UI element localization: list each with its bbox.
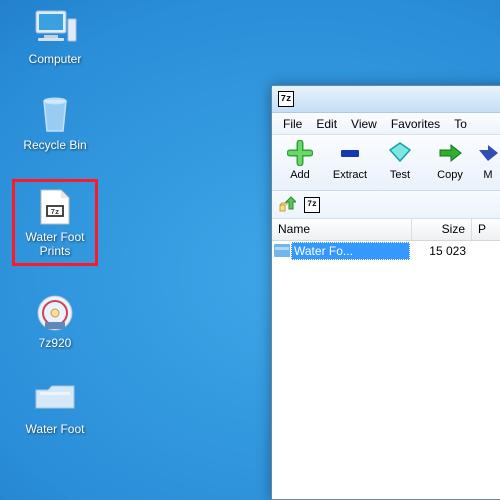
menu-file[interactable]: File bbox=[276, 115, 309, 133]
arrow-right-icon bbox=[436, 139, 464, 167]
computer-icon bbox=[31, 8, 79, 50]
table-row[interactable]: Water Fo... 15 023 bbox=[272, 241, 500, 260]
desktop-icon-label: Computer bbox=[29, 52, 82, 66]
desktop-icon-water-foot-prints[interactable]: 7z Water Foot Prints bbox=[12, 179, 98, 266]
column-header-name[interactable]: Name bbox=[272, 219, 412, 240]
svg-text:7z: 7z bbox=[51, 209, 59, 217]
file-7z-icon: 7z bbox=[31, 186, 79, 228]
desktop-icon-recycle-bin[interactable]: Recycle Bin bbox=[12, 92, 98, 154]
menubar: File Edit View Favorites To bbox=[272, 113, 500, 135]
desktop-icon-label: Water Foot Prints bbox=[17, 230, 93, 259]
menu-tools[interactable]: To bbox=[447, 115, 474, 133]
arrow-right-icon bbox=[474, 139, 500, 167]
desktop-icon-computer[interactable]: Computer bbox=[12, 6, 98, 68]
toolbar-label: Copy bbox=[437, 169, 463, 181]
file-size-cell: 15 023 bbox=[410, 243, 472, 259]
desktop-icon-water-foot-partial[interactable]: Water Foot bbox=[12, 376, 98, 438]
toolbar-label: Extract bbox=[333, 169, 367, 181]
column-header-packed[interactable]: P bbox=[472, 219, 500, 240]
desktop-icon-label: 7z920 bbox=[39, 336, 72, 350]
menu-edit[interactable]: Edit bbox=[309, 115, 344, 133]
check-icon bbox=[386, 139, 414, 167]
addressbar: 7z bbox=[272, 191, 500, 219]
menu-favorites[interactable]: Favorites bbox=[384, 115, 447, 133]
file-name-cell: Water Fo... bbox=[291, 242, 410, 260]
extract-button[interactable]: Extract bbox=[328, 139, 372, 188]
desktop-icon-7z920[interactable]: 7z920 bbox=[12, 290, 98, 352]
file-list[interactable]: Water Fo... 15 023 bbox=[272, 241, 500, 491]
file-list-header: Name Size P bbox=[272, 219, 500, 241]
desktop-icon-area: Computer Recycle Bin 7z Water Foot Print… bbox=[12, 6, 122, 462]
desktop-icon-label: Water Foot bbox=[26, 422, 85, 436]
toolbar: Add Extract Test Copy bbox=[272, 135, 500, 191]
address-folder-icon: 7z bbox=[304, 197, 320, 213]
folder-icon bbox=[31, 378, 79, 420]
desktop-icon-label: Recycle Bin bbox=[23, 138, 86, 152]
recycle-bin-icon bbox=[31, 94, 79, 136]
app-icon-7z: 7z bbox=[278, 91, 294, 107]
toolbar-label: Test bbox=[390, 169, 410, 181]
copy-button[interactable]: Copy bbox=[428, 139, 472, 188]
folder-icon bbox=[273, 243, 290, 258]
menu-view[interactable]: View bbox=[344, 115, 384, 133]
toolbar-label: M bbox=[483, 169, 492, 181]
add-button[interactable]: Add bbox=[278, 139, 322, 188]
plus-icon bbox=[286, 139, 314, 167]
installer-icon bbox=[31, 292, 79, 334]
titlebar[interactable]: 7z bbox=[272, 86, 500, 113]
up-folder-button[interactable] bbox=[278, 196, 296, 214]
test-button[interactable]: Test bbox=[378, 139, 422, 188]
7-zip-window: 7z File Edit View Favorites To Add Extra… bbox=[271, 85, 500, 500]
move-button[interactable]: M bbox=[478, 139, 498, 188]
toolbar-label: Add bbox=[290, 169, 310, 181]
minus-icon bbox=[336, 139, 364, 167]
column-header-size[interactable]: Size bbox=[412, 219, 472, 240]
